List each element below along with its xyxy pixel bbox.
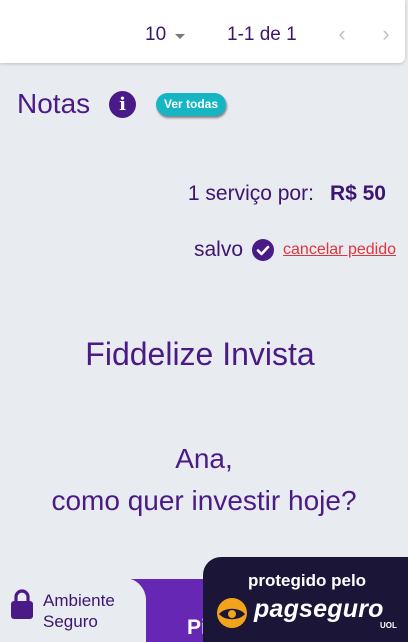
secure-line-2: Seguro: [43, 612, 98, 631]
price-value: R$ 50: [329, 182, 386, 205]
uol-label: UOL: [380, 621, 397, 630]
secure-environment-text: Ambiente Seguro: [43, 590, 115, 632]
greeting-question: como quer investir hoje?: [51, 485, 357, 516]
greeting: Ana, como quer investir hoje?: [0, 438, 408, 522]
chevron-right-icon[interactable]: ›: [375, 22, 397, 46]
pagseguro-wordmark: pagseguro: [254, 595, 384, 623]
caret-down-icon: [175, 33, 186, 39]
saved-status-row: salvo cancelar pedido: [194, 238, 396, 262]
secure-line-1: Ambiente: [43, 591, 115, 610]
chevron-left-icon[interactable]: ‹: [331, 22, 353, 46]
pagination-bar: 10 1-1 de 1 ‹ ›: [0, 0, 405, 63]
greeting-name: Ana,: [175, 443, 233, 474]
ver-todas-button[interactable]: Ver todas: [156, 93, 227, 116]
lock-icon: [11, 589, 33, 619]
brand-title: Fiddelize Invista: [85, 336, 315, 372]
saved-label: salvo: [194, 238, 244, 261]
cancel-order-link[interactable]: cancelar pedido: [283, 241, 396, 259]
price-row: 1 serviço por: R$ 50: [188, 182, 386, 206]
rows-per-page-select[interactable]: 10: [145, 24, 186, 46]
pagseguro-logo-icon: [217, 598, 247, 628]
price-label: 1 serviço por:: [187, 182, 314, 205]
info-icon[interactable]: i: [109, 91, 136, 118]
protegido-label: protegido pelo: [248, 571, 367, 590]
rows-per-page-value: 10: [145, 24, 167, 45]
pagination-range: 1-1 de 1: [227, 24, 297, 45]
check-circle-icon: [252, 239, 275, 261]
notas-heading: Notas: [17, 88, 91, 119]
